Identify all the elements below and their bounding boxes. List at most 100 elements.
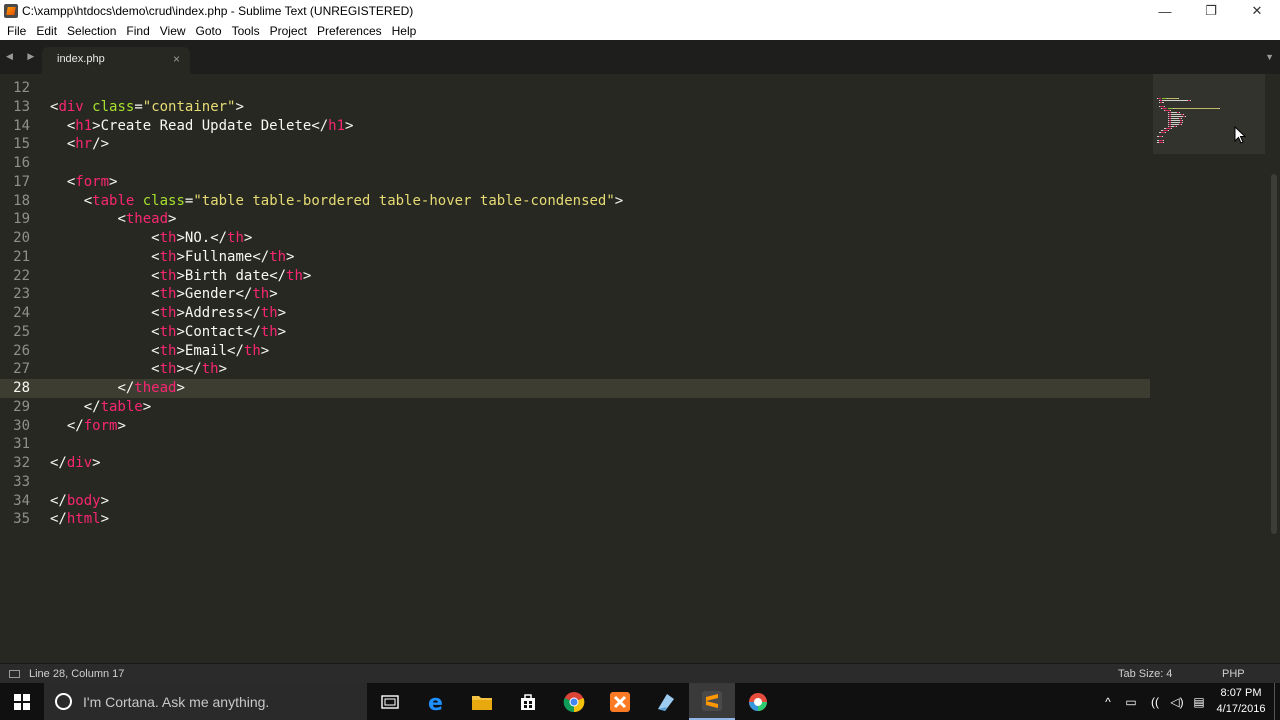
code-token: Fullname <box>184 248 253 265</box>
code-line[interactable]: 30 </form> <box>0 417 1150 436</box>
menu-help[interactable]: Help <box>387 24 422 38</box>
code-line[interactable]: 14 <h1>Create Read Update Delete</h1> <box>0 117 1150 136</box>
color-picker-button[interactable] <box>735 683 781 720</box>
start-button[interactable] <box>0 683 44 720</box>
code-line[interactable]: 31 <box>0 435 1150 454</box>
tab-label: index.php <box>57 53 105 65</box>
menu-project[interactable]: Project <box>265 24 312 38</box>
tab-nav-arrows-icon[interactable]: ◀ ▶ <box>6 51 40 62</box>
code-line[interactable]: 32 </div> <box>0 454 1150 473</box>
menu-view[interactable]: View <box>155 24 191 38</box>
line-number: 22 <box>13 267 30 284</box>
vertical-scrollbar[interactable] <box>1268 74 1280 663</box>
code-line[interactable]: 23 <th>Gender</th> <box>0 285 1150 304</box>
code-text: <th>Gender</th> <box>50 285 277 304</box>
restore-button[interactable]: ❐ <box>1188 0 1234 22</box>
menu-preferences[interactable]: Preferences <box>312 24 387 38</box>
menu-file[interactable]: File <box>2 24 31 38</box>
code-token: = <box>134 98 143 115</box>
code-token: < <box>151 248 160 265</box>
menu-edit[interactable]: Edit <box>31 24 62 38</box>
code-token: > <box>176 248 185 265</box>
wifi-icon[interactable]: (( <box>1144 683 1166 720</box>
minimap-stroke <box>1219 108 1220 109</box>
task-view-button[interactable] <box>367 683 413 720</box>
syntax-setting[interactable]: PHP <box>1222 668 1245 680</box>
code-line[interactable]: 12 <box>0 79 1150 98</box>
tray-overflow-icon[interactable]: ^ <box>1098 683 1118 720</box>
code-token: NO. <box>184 230 211 246</box>
line-number: 35 <box>13 511 30 528</box>
code-line[interactable]: 20 <th>NO.</th> <box>0 229 1150 248</box>
code-token: > <box>92 455 101 471</box>
code-line[interactable]: 17 <form> <box>0 173 1150 192</box>
code-line[interactable]: 34 </body> <box>0 492 1150 511</box>
code-line[interactable]: 21 <th>Fullname</th> <box>0 248 1150 267</box>
sublime-text-taskbar-button[interactable] <box>689 683 735 720</box>
code-line[interactable]: 22 <th>Birth date</th> <box>0 267 1150 286</box>
code-line[interactable]: 16 <box>0 154 1150 173</box>
minimize-button[interactable]: — <box>1142 0 1188 22</box>
menu-tools[interactable]: Tools <box>227 24 265 38</box>
code-line[interactable]: 19 <thead> <box>0 210 1150 229</box>
code-token: "container" <box>142 98 236 115</box>
cortana-search-box[interactable]: I'm Cortana. Ask me anything. <box>44 683 367 720</box>
code-token: th <box>159 342 177 359</box>
code-line[interactable]: 26 <th>Email</th> <box>0 342 1150 361</box>
line-number: 14 <box>13 117 30 134</box>
code-line[interactable]: 28 </thead> <box>0 379 1150 398</box>
menu-find[interactable]: Find <box>121 24 154 38</box>
code-token: Contact <box>184 323 244 340</box>
code-token: > <box>345 117 354 134</box>
app-button[interactable] <box>643 683 689 720</box>
code-line[interactable]: 15 <hr/> <box>0 135 1150 154</box>
panel-toggle-icon[interactable] <box>9 670 20 678</box>
action-center-icon[interactable]: ▤ <box>1188 683 1210 720</box>
code-token: > <box>302 267 312 284</box>
code-line[interactable]: 27 <th></th> <box>0 360 1150 379</box>
edge-button[interactable]: e <box>413 683 459 720</box>
line-number: 19 <box>13 211 30 228</box>
volume-icon[interactable]: ◁) <box>1166 683 1188 720</box>
tab-index-php[interactable]: index.php × <box>42 47 190 74</box>
code-line[interactable]: 18 <table class="table table-bordered ta… <box>0 192 1150 211</box>
tab-dropdown-icon[interactable]: ▼ <box>1265 52 1274 62</box>
line-number: 15 <box>13 136 30 153</box>
menu-selection[interactable]: Selection <box>62 24 121 38</box>
code-token: > <box>286 248 295 265</box>
minimap[interactable] <box>1153 74 1265 154</box>
minimap-stroke <box>1182 122 1183 123</box>
file-explorer-button[interactable] <box>459 683 505 720</box>
battery-icon[interactable]: ▭ <box>1120 683 1142 720</box>
code-line[interactable]: 35 </html> <box>0 510 1150 529</box>
show-desktop-button[interactable] <box>1274 683 1280 720</box>
menu-goto[interactable]: Goto <box>191 24 227 38</box>
minimap-stroke <box>1170 110 1171 111</box>
code-line[interactable]: 33 <box>0 473 1150 492</box>
code-token: > <box>176 267 185 284</box>
code-token: th <box>201 361 219 378</box>
chrome-button[interactable] <box>551 683 597 720</box>
store-button[interactable] <box>505 683 551 720</box>
code-token: th <box>159 305 177 321</box>
scrollbar-thumb[interactable] <box>1271 174 1277 534</box>
color-picker-icon <box>749 692 767 711</box>
code-line[interactable]: 13 <div class="container"> <box>0 98 1150 117</box>
system-clock[interactable]: 8:07 PM 4/17/2016 <box>1212 685 1270 717</box>
code-editor[interactable]: 35 </html> 34 </body> 33 32 </div> 31 30 </form>… <box>0 74 1268 663</box>
tab-close-icon[interactable]: × <box>173 52 180 66</box>
xampp-button[interactable] <box>597 683 643 720</box>
code-line[interactable]: 24 <th>Address</th> <box>0 304 1150 323</box>
close-button[interactable]: ✕ <box>1234 0 1280 22</box>
line-number: 34 <box>13 492 30 509</box>
tab-size-setting[interactable]: Tab Size: 4 <box>1118 668 1172 680</box>
code-token: > <box>109 173 118 190</box>
code-line[interactable]: 25 <th>Contact</th> <box>0 323 1150 342</box>
code-line[interactable]: 29 </table> <box>0 398 1150 417</box>
